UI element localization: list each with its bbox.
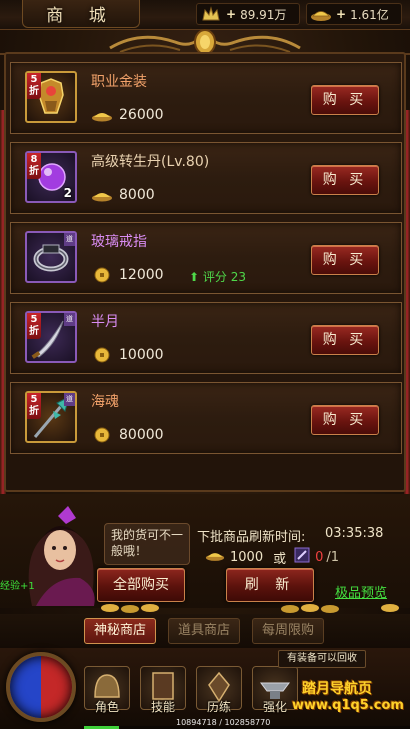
training-label: 历练 <box>206 700 231 714</box>
refresh-token-need: /1 <box>326 549 340 565</box>
item-score-value: 评分 23 <box>202 270 246 284</box>
score-up-icon: ⬆ <box>189 270 203 284</box>
item-name: 海魂 <box>91 394 119 410</box>
gold-currency-value: 1.61亿 <box>350 7 389 22</box>
gold-ingot-icon <box>205 548 225 566</box>
refresh-token-have: 0 <box>315 549 324 565</box>
tab-item-shop[interactable]: 道具商店 <box>168 618 240 644</box>
item-tag: 道 <box>64 313 75 326</box>
top-bar: 商 城 + 89.91万 + 1.61亿 <box>0 0 410 30</box>
skill-label: 技能 <box>150 700 175 714</box>
shop-item-row[interactable]: 5折 道 海魂 80000 购 买 <box>10 382 402 454</box>
add-gold-icon[interactable]: + <box>336 7 346 21</box>
shop-item-row[interactable]: 8折 2 高级转生丹(Lv.80) 8000 购 买 <box>10 142 402 214</box>
gold-ingot-icon <box>91 187 113 203</box>
buy-button[interactable]: 购 买 <box>311 85 379 115</box>
item-price-value: 10000 <box>119 347 164 363</box>
item-quantity: 2 <box>63 186 72 200</box>
item-slot[interactable]: 5折 道 <box>25 391 77 443</box>
gold-ingot-icon <box>91 107 113 123</box>
item-tag: 道 <box>64 393 75 406</box>
watermark-line2: www.q1q5.com <box>292 698 404 713</box>
discount-badge: 5折 <box>27 73 41 99</box>
npc-speech-bubble: 我的货可不一般哦！ <box>104 523 190 565</box>
item-tag: 道 <box>64 233 75 246</box>
shop-item-row[interactable]: 5折 道 半月 10000 购 买 <box>10 302 402 374</box>
item-price-value: 12000 <box>119 267 164 283</box>
add-vip-icon[interactable]: + <box>226 7 236 21</box>
site-watermark: 踏月导航页 www.q1q5.com <box>292 678 410 720</box>
refresh-token-icon <box>294 547 310 567</box>
gold-currency: + 1.61亿 <box>306 3 402 25</box>
tab-mystery-shop[interactable]: 神秘商店 <box>84 618 156 644</box>
item-price-value: 80000 <box>119 427 164 443</box>
buy-button[interactable]: 购 买 <box>311 405 379 435</box>
item-name: 半月 <box>91 314 119 330</box>
item-price: 12000 <box>91 265 164 285</box>
item-price-value: 8000 <box>119 187 155 203</box>
hp-mp-orb <box>6 652 76 722</box>
item-slot[interactable]: 道 <box>25 231 77 283</box>
refresh-cost-or: 或 <box>273 551 287 567</box>
shop-item-row[interactable]: 5折 职业金装 26000 购 买 <box>10 62 402 134</box>
item-slot[interactable]: 5折 道 <box>25 311 77 363</box>
item-name: 玻璃戒指 <box>91 234 147 250</box>
buy-button[interactable]: 购 买 <box>311 325 379 355</box>
watermark-line1: 踏月导航页 <box>302 681 372 697</box>
discount-badge: 5折 <box>27 313 41 339</box>
refresh-time-label: 下批商品刷新时间: <box>197 530 306 545</box>
refresh-cost: 1000 或 0 /1 <box>205 547 340 567</box>
gold-coins-decoration-icon <box>101 604 399 613</box>
item-price: 10000 <box>91 345 164 365</box>
item-price: 80000 <box>91 425 164 445</box>
vip-currency-icon <box>200 5 222 23</box>
refresh-cost-gold: 1000 <box>230 549 264 565</box>
discount-badge: 5折 <box>27 393 41 419</box>
item-price: 26000 <box>91 105 164 125</box>
item-name: 职业金装 <box>91 74 147 90</box>
item-price-value: 26000 <box>119 107 164 123</box>
exp-gain-text: 经验+1 <box>0 581 35 592</box>
buy-button[interactable]: 购 买 <box>311 165 379 195</box>
item-slot[interactable]: 8折 2 <box>25 151 77 203</box>
vip-currency: + 89.91万 <box>196 3 300 25</box>
gold-ingot-icon <box>310 5 332 23</box>
shop-title: 商 城 <box>22 0 140 28</box>
item-list-panel[interactable]: 5折 职业金装 26000 购 买 8折 2 高级转生丹(Lv.80) 8000 <box>4 52 406 492</box>
buy-button[interactable]: 购 买 <box>311 245 379 275</box>
character-label: 角色 <box>94 700 119 714</box>
item-name: 高级转生丹(Lv.80) <box>91 154 210 170</box>
vip-currency-value: 89.91万 <box>240 7 287 22</box>
gold-coin-icon <box>91 347 113 363</box>
recycle-tooltip[interactable]: 有装备可以回收 <box>278 650 366 668</box>
item-price: 8000 <box>91 185 155 205</box>
buy-all-button[interactable]: 全部购买 <box>97 568 185 602</box>
item-score: ⬆ 评分 23 <box>189 268 246 285</box>
gold-coin-icon <box>91 427 113 443</box>
tab-weekly-limit[interactable]: 每周限购 <box>252 618 324 644</box>
refresh-button[interactable]: 刷 新 <box>226 568 314 602</box>
premium-preview-link[interactable]: 极品预览 <box>335 582 387 601</box>
item-slot[interactable]: 5折 <box>25 71 77 123</box>
refresh-countdown: 03:35:38 <box>325 526 384 541</box>
discount-badge: 8折 <box>27 153 41 179</box>
gold-coin-icon <box>91 267 113 283</box>
shop-item-row[interactable]: 道 玻璃戒指 12000 ⬆ 评分 23 购 买 <box>10 222 402 294</box>
